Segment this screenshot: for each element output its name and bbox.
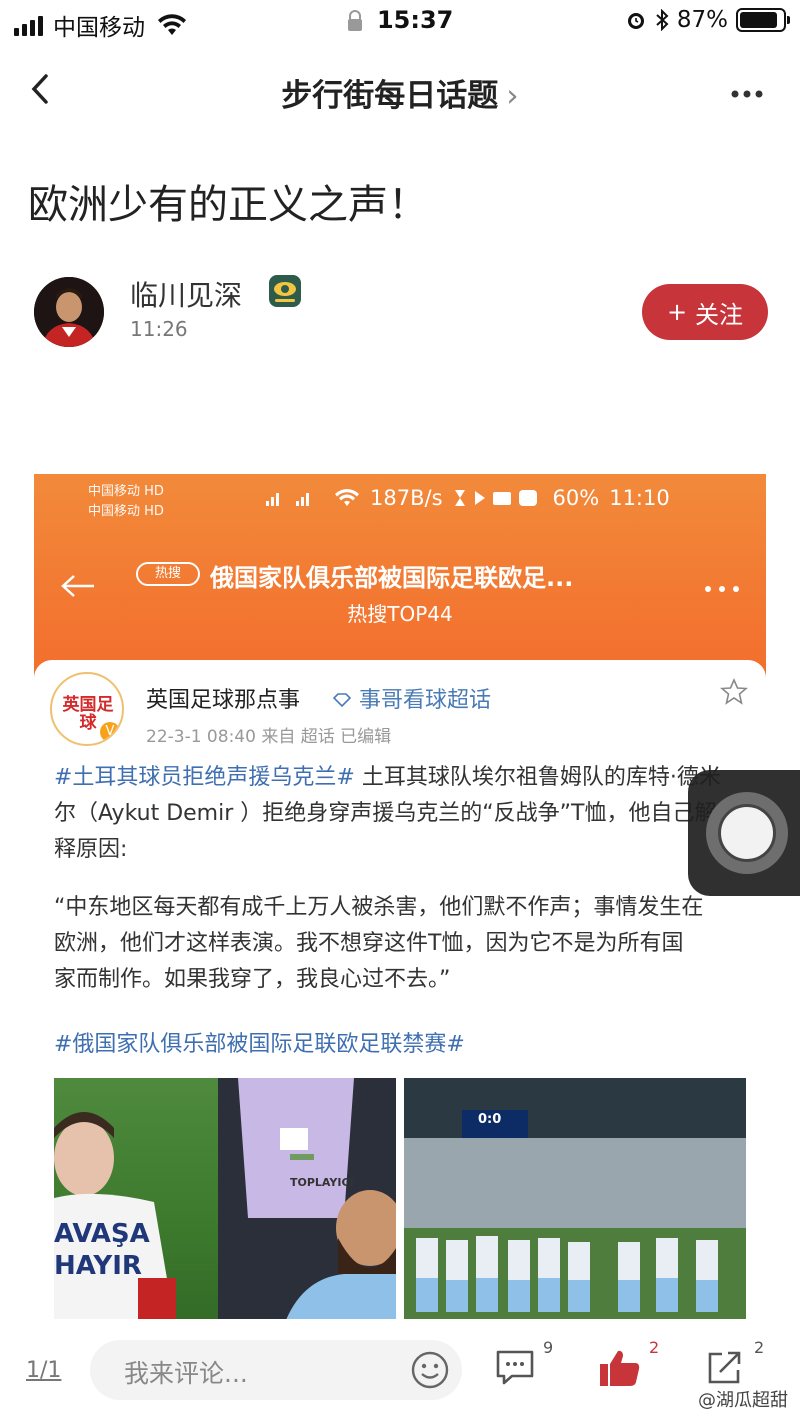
post-time: 11:26 [130,317,188,341]
photo-team-lineup: 0:0 [404,1078,746,1319]
hashtag-link: #土耳其球员拒绝声援乌克兰# [54,765,355,790]
hashtag-link: #俄国家队俱乐部被国际足联欧足联禁赛# [54,1032,465,1057]
photo-player-left: AVAŞA HAYIR TOPLAYICI [54,1078,396,1319]
author-row: 临川见深 11:26 + 关注 [34,272,768,352]
emoji-icon [411,1351,449,1389]
inner-notification-icons [454,490,537,506]
comment-button[interactable] [494,1348,536,1395]
inner-battery: 60% [552,486,600,510]
card-body: #土耳其球员拒绝声援乌克兰# 土耳其球队埃尔祖鲁姆队的库特·德米尔（Aykut … [54,760,734,868]
emoji-button[interactable] [410,1350,450,1398]
assistive-touch-button[interactable] [688,770,800,896]
bluetooth-icon [656,9,669,31]
scoreboard: 0:0 [478,1112,502,1127]
page-title[interactable]: 步行街每日话题 › [0,70,800,115]
status-bar: 中国移动 15:37 87% [0,0,800,46]
battery-icon [736,8,790,32]
star-icon [719,678,749,713]
inner-title: 俄国家队俱乐部被国际足联欧足... [210,564,574,592]
battery-percent: 87% [676,7,728,33]
stadium-image [404,1078,746,1319]
card-meta: 22-3-1 08:40 来自 超话 已编辑 [146,727,392,747]
chevron-right-icon: › [506,78,519,114]
card-quote: “中东地区每天都有成千上万人被杀害，他们默不作声；事情发生在欧洲，他们才这样表演… [54,895,704,992]
comment-count: 9 [543,1338,554,1357]
clock: 15:37 [376,6,454,34]
weibo-card: 英国足球 V 英国足球那点事 事哥看球超话 22-3-1 08:40 来自 超话… [34,660,766,1319]
inner-status-right: 187B/s 60% 11:10 [264,486,670,510]
inner-wifi-icon [335,489,359,506]
inner-speed: 187B/s [370,486,443,510]
more-button[interactable] [730,72,764,107]
like-button[interactable] [598,1348,642,1397]
vest-text: TOPLAYICI [290,1176,354,1189]
card-super-topic: 事哥看球超话 [332,682,491,714]
plus-icon: + [666,298,688,326]
avatar[interactable] [34,277,104,347]
thumbs-up-icon [600,1350,640,1386]
share-count: 2 [754,1338,765,1357]
follow-button[interactable]: + 关注 [642,284,768,340]
more-icon [731,90,763,98]
hot-search-tag: 热搜 [136,562,200,586]
post-title: 欧洲少有的正义之声！ [28,182,428,228]
page-title-text: 步行街每日话题 [281,78,499,114]
photo-players-image [54,1078,396,1319]
author-name[interactable]: 临川见深 [130,274,242,314]
like-count: 2 [649,1338,660,1357]
badge-icon [268,274,302,312]
comment-icon [496,1350,534,1385]
verified-badge-icon: V [100,722,120,742]
follow-label: 关注 [695,300,744,329]
bottom-bar: 1/1 我来评论... 9 2 2 @湖瓜超甜 [0,1326,800,1423]
nav-bar: 步行街每日话题 › [0,60,800,120]
shirt-text: AVAŞA HAYIR [54,1219,150,1281]
lock-icon [347,10,362,31]
assistive-touch-icon [718,804,776,862]
avatar-image [34,277,104,347]
inner-signal-icon [266,493,309,506]
inner-more-icon [704,570,740,600]
comment-placeholder: 我来评论... [124,1359,248,1388]
share-icon [708,1351,741,1384]
embedded-screenshot[interactable]: 中国移动 HD 中国移动 HD 187B/s 60% 11:10 热搜 俄国家队… [34,474,766,1319]
page-indicator[interactable]: 1/1 [26,1358,61,1383]
comment-input[interactable]: 我来评论... [90,1340,462,1400]
watermark: @湖瓜超甜 [698,1390,788,1411]
diamond-icon [332,693,352,708]
card-avatar: 英国足球 V [50,672,124,746]
inner-status-carriers: 中国移动 HD 中国移动 HD [88,484,164,519]
inner-subtitle: 热搜TOP44 [347,602,453,626]
card-author-name: 英国足球那点事 [146,688,301,713]
alarm-icon [627,13,644,29]
inner-time: 11:10 [609,486,670,510]
